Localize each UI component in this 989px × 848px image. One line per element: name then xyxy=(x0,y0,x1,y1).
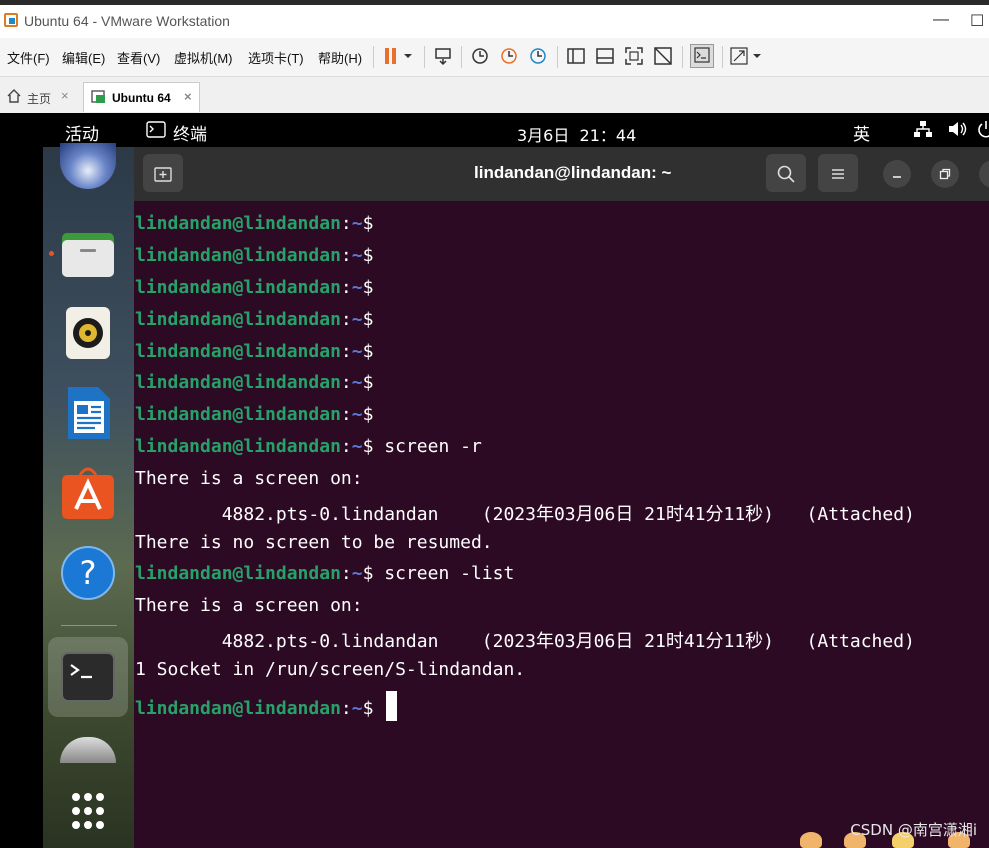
thunderbird-icon[interactable] xyxy=(60,143,116,189)
new-tab-button[interactable] xyxy=(143,154,183,192)
volume-icon[interactable] xyxy=(947,120,969,142)
minimize-button[interactable]: — xyxy=(933,11,949,29)
close-icon[interactable]: × xyxy=(61,88,69,103)
power-icon[interactable] xyxy=(977,120,989,142)
toolbar-divider xyxy=(424,46,425,68)
snapshot-icon[interactable] xyxy=(470,46,490,66)
activities-button[interactable]: 活动 xyxy=(65,120,99,145)
search-button[interactable] xyxy=(766,154,806,192)
prompt-line: lindandan@lindandan:~$ xyxy=(135,372,374,393)
minimize-icon xyxy=(893,176,901,178)
files-icon[interactable] xyxy=(60,225,116,281)
home-icon xyxy=(6,88,22,107)
ubuntu-software-icon[interactable] xyxy=(60,465,116,521)
close-icon[interactable]: × xyxy=(184,89,192,104)
menu-button[interactable] xyxy=(818,154,858,192)
maximize-button[interactable]: ☐ xyxy=(970,11,984,31)
toolbar-divider xyxy=(722,46,723,68)
terminal-output[interactable]: lindandan@lindandan:~$ lindandan@lindand… xyxy=(134,201,989,848)
terminal-icon[interactable] xyxy=(60,649,116,705)
terminal-app-icon xyxy=(146,121,166,143)
revert-snapshot-icon[interactable] xyxy=(499,46,519,66)
restore-icon xyxy=(939,168,951,179)
input-method-indicator[interactable]: 英 xyxy=(853,120,870,145)
minimize-window-button[interactable] xyxy=(883,160,911,188)
restore-window-button[interactable] xyxy=(931,160,959,188)
send-keys-icon[interactable] xyxy=(433,46,453,66)
network-icon[interactable] xyxy=(913,120,933,142)
fullscreen-icon[interactable] xyxy=(624,46,644,66)
prompt-line-current: lindandan@lindandan:~$ xyxy=(135,691,398,721)
hamburger-icon xyxy=(832,168,844,179)
ubuntu-dock: ? xyxy=(43,143,134,848)
dvd-icon[interactable] xyxy=(60,737,116,763)
chevron-down-icon[interactable] xyxy=(750,46,764,66)
menu-help[interactable]: 帮助(H) xyxy=(318,48,362,67)
unity-icon[interactable] xyxy=(653,46,673,66)
vm-letterbox xyxy=(0,113,43,848)
prompt-line: lindandan@lindandan:~$ xyxy=(135,245,374,266)
prompt-line: lindandan@lindandan:~$ xyxy=(135,277,374,298)
output-line: There is a screen on: xyxy=(135,468,363,489)
output-line: 4882.pts-0.lindandan (2023年03月06日 21时41分… xyxy=(135,631,915,652)
stretch-icon[interactable] xyxy=(729,46,749,66)
search-icon xyxy=(777,165,795,183)
rhythmbox-icon[interactable] xyxy=(60,305,116,361)
window-title: Ubuntu 64 - VMware Workstation xyxy=(24,13,230,29)
tab-home[interactable]: 主页 × xyxy=(0,82,80,112)
vm-icon xyxy=(91,89,107,108)
prompt-line: lindandan@lindandan:~$ xyxy=(135,309,374,330)
window-titlebar: Ubuntu 64 - VMware Workstation — ☐ xyxy=(0,0,989,38)
command-line: lindandan@lindandan:~$ screen -list xyxy=(135,563,515,584)
gnome-top-bar: 活动 终端 3月6日 21：44 英 xyxy=(43,113,989,147)
new-tab-icon xyxy=(154,166,172,182)
terminal-title: lindandan@lindandan: ~ xyxy=(474,163,672,182)
vm-display[interactable]: 活动 终端 3月6日 21：44 英 ? lindandan@lindandan… xyxy=(0,113,989,848)
prompt-line: lindandan@lindandan:~$ xyxy=(135,404,374,425)
terminal-console-icon[interactable] xyxy=(690,44,714,68)
watermark: CSDN @南宫潇湘i xyxy=(850,821,977,839)
snapshot-manager-icon[interactable] xyxy=(528,46,548,66)
menu-edit[interactable]: 编辑(E) xyxy=(62,48,105,67)
output-line: 1 Socket in /run/screen/S-lindandan. xyxy=(135,659,526,680)
output-line: There is no screen to be resumed. xyxy=(135,532,493,553)
clock[interactable]: 3月6日 21：44 xyxy=(517,122,636,146)
output-line: There is a screen on: xyxy=(135,595,363,616)
dock-separator xyxy=(61,625,117,626)
sidebar-view-icon[interactable] xyxy=(566,46,586,66)
prompt-line: lindandan@lindandan:~$ xyxy=(135,213,374,234)
command-line: lindandan@lindandan:~$ screen -r xyxy=(135,436,482,457)
text-cursor xyxy=(386,691,398,721)
chevron-down-icon[interactable] xyxy=(401,46,415,66)
menu-tabs[interactable]: 选项卡(T) xyxy=(248,48,304,67)
prompt-line: lindandan@lindandan:~$ xyxy=(135,341,374,362)
output-line: 4882.pts-0.lindandan (2023年03月06日 21时41分… xyxy=(135,504,915,525)
terminal-headerbar: lindandan@lindandan: ~ xyxy=(134,147,989,201)
toolbar-divider xyxy=(557,46,558,68)
svg-text:?: ? xyxy=(80,554,97,592)
tab-ubuntu[interactable]: Ubuntu 64 × xyxy=(83,82,200,112)
toolbar-divider xyxy=(461,46,462,68)
toolbar-divider xyxy=(373,46,374,68)
vmware-logo-icon xyxy=(4,13,18,27)
pause-icon[interactable] xyxy=(382,46,402,66)
tab-ubuntu-label: Ubuntu 64 xyxy=(112,91,171,105)
show-applications-icon[interactable] xyxy=(60,787,116,837)
close-window-button[interactable] xyxy=(979,160,989,188)
menu-view[interactable]: 查看(V) xyxy=(117,48,160,67)
console-view-icon[interactable] xyxy=(595,46,615,66)
tab-bar: 主页 × Ubuntu 64 × xyxy=(0,77,989,114)
running-indicator-icon xyxy=(49,251,54,256)
menu-file[interactable]: 文件(F) xyxy=(7,48,50,67)
cat-sticker-icon xyxy=(800,832,822,848)
help-icon[interactable]: ? xyxy=(60,545,116,601)
tab-home-label: 主页 xyxy=(27,92,52,106)
app-menu-label[interactable]: 终端 xyxy=(173,120,207,145)
toolbar-divider xyxy=(682,46,683,68)
menubar: 文件(F) 编辑(E) 查看(V) 虚拟机(M) 选项卡(T) 帮助(H) xyxy=(0,38,989,77)
menu-vm[interactable]: 虚拟机(M) xyxy=(174,48,233,67)
libreoffice-writer-icon[interactable] xyxy=(60,385,116,441)
